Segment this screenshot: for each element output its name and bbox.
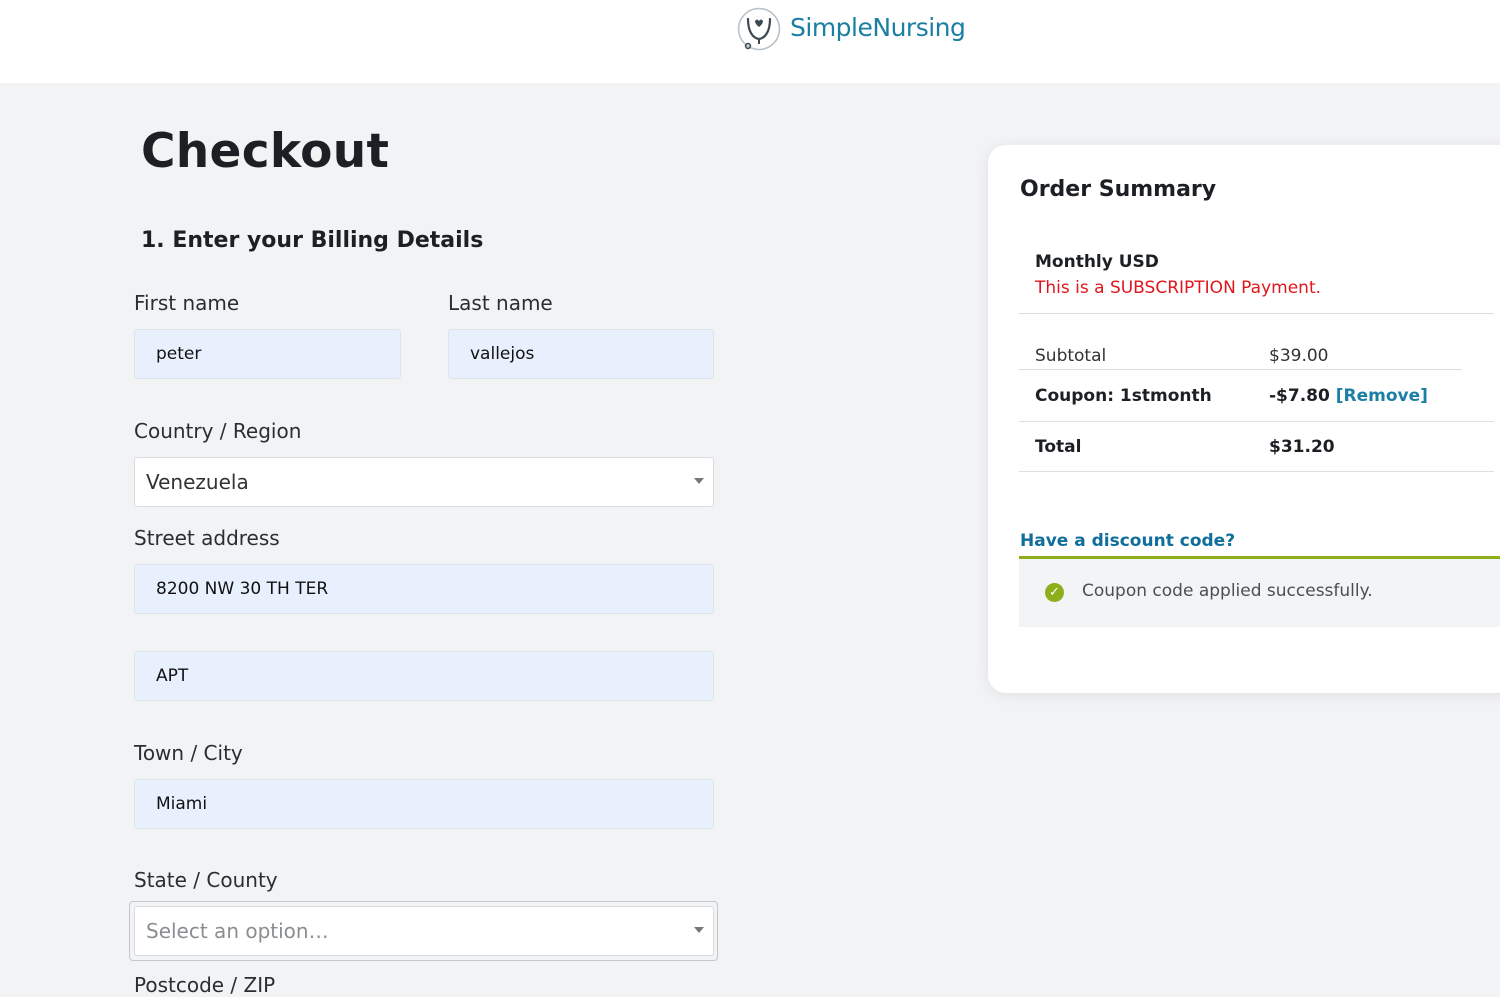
- city-input[interactable]: Miami: [134, 779, 714, 829]
- coupon-success-message: Coupon code applied successfully.: [1082, 581, 1373, 601]
- postcode-label: Postcode / ZIP: [134, 973, 276, 997]
- coupon-success-notice: ✓ Coupon code applied successfully.: [1019, 556, 1500, 627]
- street-address-2-input[interactable]: APT: [134, 651, 714, 701]
- state-label: State / County: [134, 868, 278, 892]
- coupon-label: Coupon: 1stmonth: [1035, 386, 1212, 406]
- total-label: Total: [1035, 437, 1082, 457]
- check-circle-icon: ✓: [1045, 583, 1064, 602]
- subscription-note: This is a SUBSCRIPTION Payment.: [1035, 278, 1322, 298]
- chevron-down-icon: [694, 927, 704, 933]
- order-summary-card: Order Summary Monthly USD This is a SUBS…: [988, 145, 1500, 693]
- coupon-discount-value: -$7.80: [1269, 386, 1330, 406]
- subtotal-label: Subtotal: [1035, 346, 1107, 366]
- last-name-label: Last name: [448, 291, 553, 315]
- subtotal-value: $39.00: [1269, 346, 1329, 366]
- divider: [1019, 313, 1494, 314]
- brand-name: SimpleNursing: [790, 12, 966, 42]
- country-select[interactable]: Venezuela: [134, 457, 714, 507]
- brand-logo[interactable]: SimpleNursing: [736, 6, 966, 52]
- page-title: Checkout: [141, 124, 390, 179]
- top-bar: SimpleNursing: [0, 0, 1500, 83]
- country-label: Country / Region: [134, 419, 302, 443]
- plan-name: Monthly USD: [1035, 252, 1159, 272]
- country-select-value: Venezuela: [146, 470, 249, 494]
- divider: [1019, 471, 1494, 472]
- street-address-label: Street address: [134, 526, 280, 550]
- total-value: $31.20: [1269, 437, 1335, 457]
- last-name-input[interactable]: vallejos: [448, 329, 714, 379]
- first-name-label: First name: [134, 291, 240, 315]
- order-summary-title: Order Summary: [1020, 177, 1217, 202]
- city-label: Town / City: [134, 741, 243, 765]
- state-select[interactable]: Select an option…: [134, 906, 714, 956]
- divider: [1019, 421, 1494, 422]
- street-address-input[interactable]: 8200 NW 30 TH TER: [134, 564, 714, 614]
- chevron-down-icon: [694, 478, 704, 484]
- coupon-discount-row: -$7.80 [Remove]: [1269, 386, 1428, 406]
- billing-section-heading: 1. Enter your Billing Details: [141, 228, 484, 253]
- stethoscope-heart-icon: [737, 7, 781, 51]
- discount-code-link[interactable]: Have a discount code?: [1020, 531, 1235, 551]
- first-name-input[interactable]: peter: [134, 329, 401, 379]
- divider: [1019, 369, 1462, 370]
- state-select-placeholder: Select an option…: [146, 919, 329, 943]
- remove-coupon-link[interactable]: [Remove]: [1336, 386, 1428, 406]
